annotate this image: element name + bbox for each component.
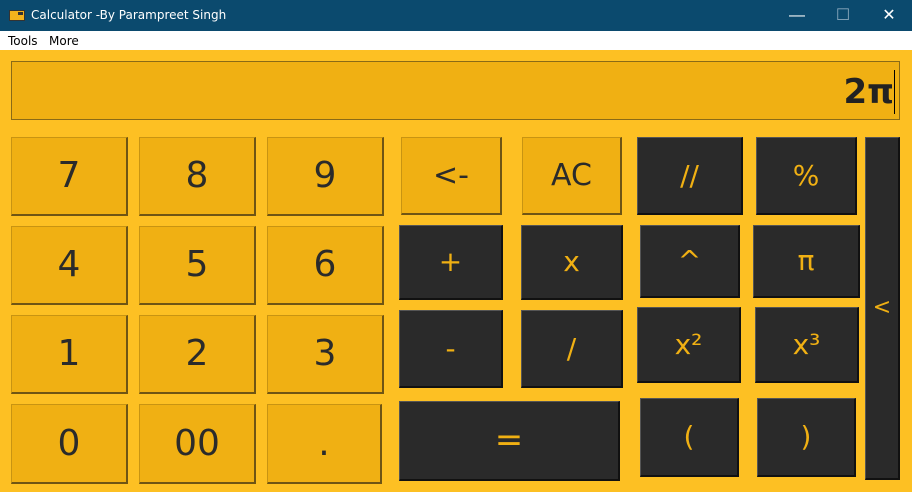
- key-5-label: 5: [185, 244, 209, 285]
- calculator-display[interactable]: 2π: [11, 61, 900, 120]
- power-label: ^: [677, 244, 702, 277]
- multiply-label: x: [563, 245, 580, 278]
- key-decimal[interactable]: .: [267, 404, 382, 484]
- window-title: Calculator -By Parampreet Singh: [31, 8, 227, 22]
- menu-tools[interactable]: Tools: [8, 34, 38, 48]
- close-paren-label: ): [800, 420, 812, 453]
- collapse-panel-button[interactable]: <: [865, 137, 900, 480]
- key-2[interactable]: 2: [139, 315, 256, 394]
- percent-label: %: [792, 159, 820, 192]
- key-0-label: 0: [57, 423, 81, 464]
- equals-label: =: [494, 420, 524, 460]
- collapse-panel-label: <: [872, 295, 892, 320]
- key-00-label: 00: [174, 423, 220, 464]
- key-3[interactable]: 3: [267, 315, 384, 394]
- power-button[interactable]: ^: [640, 225, 740, 298]
- app-icon: [9, 10, 25, 21]
- display-value: 2π: [843, 72, 894, 112]
- key-0[interactable]: 0: [11, 404, 128, 484]
- pi-label: π: [797, 244, 815, 277]
- key-8-label: 8: [185, 155, 209, 196]
- key-decimal-label: .: [318, 423, 330, 464]
- maximize-button[interactable]: ☐: [820, 0, 866, 31]
- key-4-label: 4: [57, 244, 81, 285]
- plus-label: +: [438, 245, 463, 278]
- key-8[interactable]: 8: [139, 137, 256, 216]
- key-7[interactable]: 7: [11, 137, 128, 216]
- open-paren-label: (: [683, 420, 695, 453]
- title-bar: Calculator -By Parampreet Singh — ☐ ✕: [0, 0, 912, 31]
- minimize-button[interactable]: —: [774, 0, 820, 31]
- equals-button[interactable]: =: [399, 401, 620, 481]
- pi-button[interactable]: π: [753, 225, 860, 298]
- key-00[interactable]: 00: [139, 404, 256, 484]
- key-5[interactable]: 5: [139, 226, 256, 305]
- floor-divide-label: //: [680, 159, 699, 192]
- menu-bar: Tools More: [0, 31, 912, 50]
- key-6[interactable]: 6: [267, 226, 384, 305]
- clear-label: AC: [551, 158, 592, 193]
- backspace-button[interactable]: <-: [401, 137, 502, 215]
- backspace-label: <-: [433, 158, 469, 193]
- multiply-button[interactable]: x: [521, 225, 623, 300]
- square-button[interactable]: x²: [637, 307, 741, 383]
- divide-button[interactable]: /: [521, 310, 623, 388]
- text-cursor: [894, 70, 895, 114]
- minus-label: -: [445, 332, 456, 365]
- key-1[interactable]: 1: [11, 315, 128, 394]
- key-9-label: 9: [313, 155, 337, 196]
- plus-button[interactable]: +: [399, 225, 503, 300]
- cube-button[interactable]: x³: [755, 307, 859, 383]
- divide-label: /: [566, 332, 577, 365]
- close-button[interactable]: ✕: [866, 0, 912, 31]
- key-2-label: 2: [185, 333, 209, 374]
- key-3-label: 3: [313, 333, 337, 374]
- square-label: x²: [674, 328, 703, 361]
- key-6-label: 6: [313, 244, 337, 285]
- close-paren-button[interactable]: ): [757, 398, 856, 477]
- key-7-label: 7: [57, 155, 81, 196]
- floor-divide-button[interactable]: //: [637, 137, 743, 215]
- minus-button[interactable]: -: [399, 310, 503, 388]
- clear-button[interactable]: AC: [522, 137, 622, 215]
- menu-more[interactable]: More: [49, 34, 79, 48]
- cube-label: x³: [792, 328, 821, 361]
- key-1-label: 1: [57, 333, 81, 374]
- percent-button[interactable]: %: [756, 137, 857, 215]
- open-paren-button[interactable]: (: [640, 398, 739, 477]
- key-9[interactable]: 9: [267, 137, 384, 216]
- key-4[interactable]: 4: [11, 226, 128, 305]
